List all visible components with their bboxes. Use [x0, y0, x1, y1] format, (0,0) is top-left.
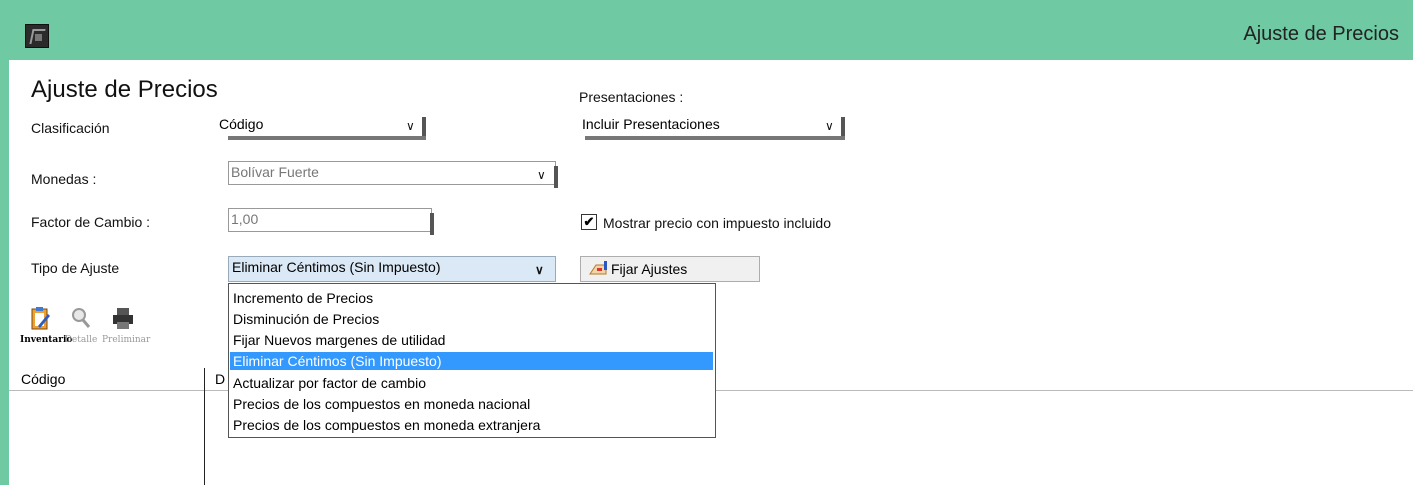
presentaciones-value: Incluir Presentaciones: [582, 116, 720, 132]
toolbar-inventario-label: Inventario: [20, 335, 73, 345]
dropdown-option[interactable]: Precios de los compuestos en moneda extr…: [233, 416, 540, 434]
clasificacion-label: Clasificación: [31, 120, 110, 136]
toolbar-inventario[interactable]: Inventario: [20, 305, 73, 345]
grid-column-divider: [204, 368, 205, 485]
chevron-down-icon: ∨: [537, 168, 546, 182]
column-header-codigo[interactable]: Código: [21, 371, 65, 387]
dropdown-option[interactable]: Actualizar por factor de cambio: [233, 374, 426, 392]
monedas-value: Bolívar Fuerte: [231, 164, 319, 180]
adjust-settings-icon: [589, 261, 607, 275]
monedas-label: Monedas :: [31, 171, 97, 187]
printer-icon: [113, 308, 133, 329]
page-title: Ajuste de Precios: [31, 76, 218, 103]
window-title: Ajuste de Precios: [1243, 23, 1399, 45]
dropdown-option[interactable]: Incremento de Precios: [233, 289, 373, 307]
chevron-down-icon: ∨: [825, 119, 834, 133]
monedas-select[interactable]: Bolívar Fuerte ∨: [228, 161, 558, 188]
factor-value: 1,00: [231, 211, 259, 227]
dropdown-option[interactable]: Disminución de Precios: [233, 310, 379, 328]
clasificacion-value: Código: [219, 116, 264, 132]
toolbar-preliminar[interactable]: Preliminar: [102, 305, 151, 345]
tipo-ajuste-select[interactable]: Eliminar Céntimos (Sin Impuesto) ∨: [228, 256, 556, 282]
app-logo-icon[interactable]: [25, 24, 49, 48]
mostrar-precio-checkbox[interactable]: ✔: [581, 214, 597, 230]
magnifier-icon: [72, 308, 91, 328]
toolbar-detalle-label: Detalle: [64, 335, 98, 345]
toolbar-preliminar-label: Preliminar: [102, 335, 151, 345]
chevron-down-icon: ∨: [406, 119, 415, 133]
dropdown-option[interactable]: Fijar Nuevos margenes de utilidad: [233, 331, 445, 349]
clasificacion-select[interactable]: Código ∨: [216, 114, 426, 140]
column-header-descripcion[interactable]: D: [215, 371, 225, 387]
dropdown-option-selected[interactable]: Eliminar Céntimos (Sin Impuesto): [230, 352, 713, 370]
chevron-down-icon: ∨: [535, 263, 544, 277]
presentaciones-label: Presentaciones :: [579, 89, 684, 105]
title-bar: Ajuste de Precios: [0, 0, 1413, 60]
tipo-ajuste-value: Eliminar Céntimos (Sin Impuesto): [232, 259, 441, 275]
mostrar-precio-label: Mostrar precio con impuesto incluido: [603, 215, 831, 231]
clipboard-edit-icon: [31, 307, 50, 330]
toolbar-detalle[interactable]: Detalle: [62, 305, 100, 345]
tipo-ajuste-dropdown-list[interactable]: Incremento de Precios Disminución de Pre…: [228, 283, 716, 438]
fijar-ajustes-button[interactable]: Fijar Ajustes: [580, 256, 760, 282]
fijar-ajustes-label: Fijar Ajustes: [611, 261, 688, 277]
main-panel: Ajuste de Precios Clasificación Código ∨…: [9, 60, 1413, 485]
factor-input[interactable]: 1,00: [228, 208, 434, 235]
dropdown-option[interactable]: Precios de los compuestos en moneda naci…: [233, 395, 530, 413]
factor-label: Factor de Cambio :: [31, 214, 151, 230]
presentaciones-select[interactable]: Incluir Presentaciones ∨: [579, 114, 845, 140]
tipo-ajuste-label: Tipo de Ajuste: [31, 260, 120, 276]
